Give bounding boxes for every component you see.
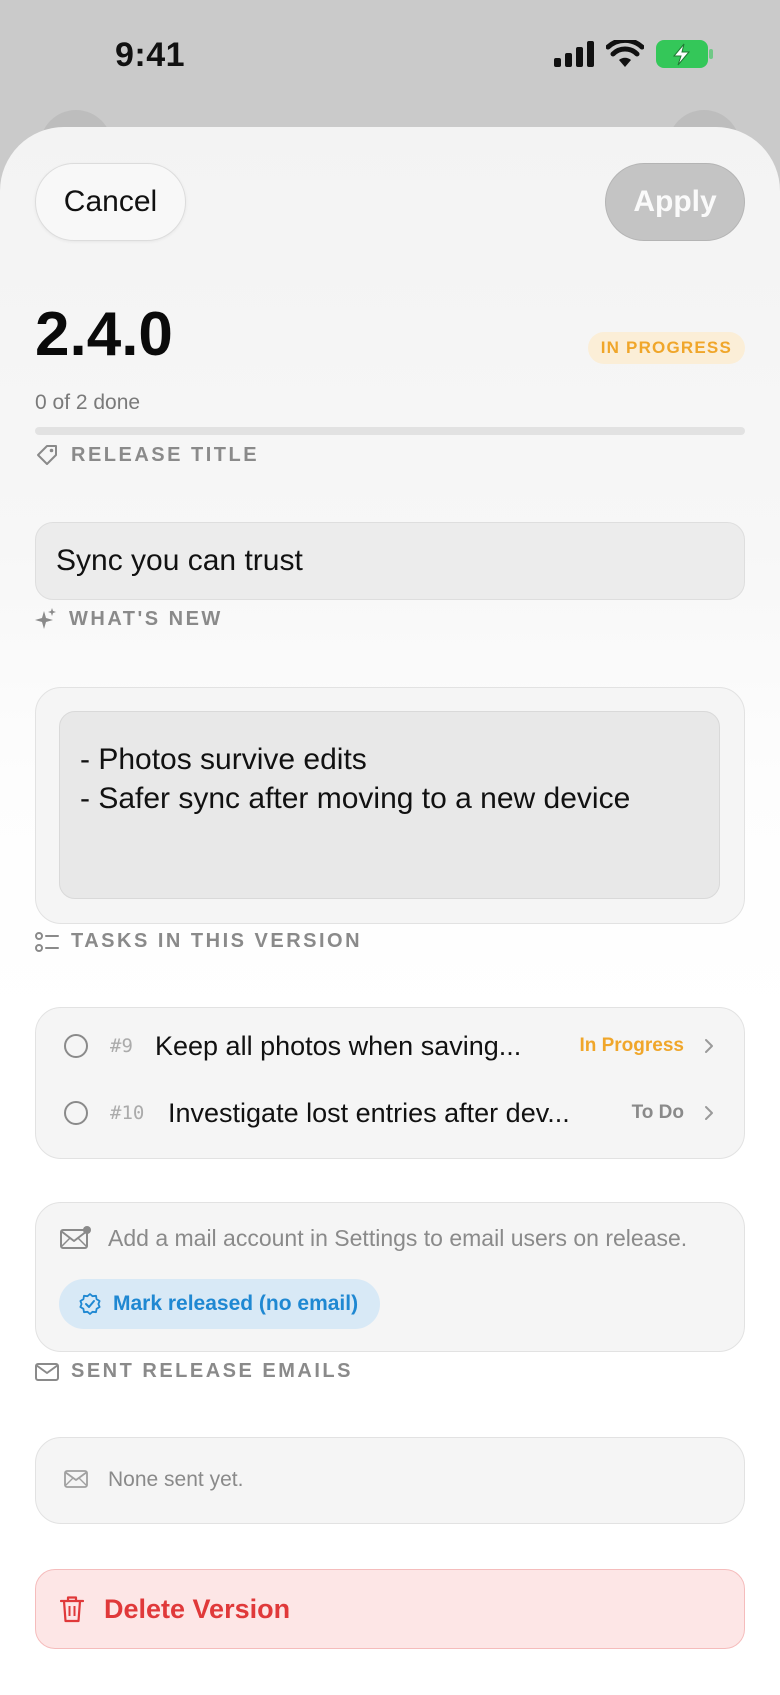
no-sent-emails-text: None sent yet. bbox=[108, 1468, 244, 1491]
mark-released-button[interactable]: Mark released (no email) bbox=[59, 1279, 381, 1329]
checkmark-seal-icon bbox=[79, 1293, 101, 1315]
chevron-right-icon bbox=[705, 1039, 713, 1053]
battery-charging-icon bbox=[656, 40, 713, 68]
task-checkbox[interactable] bbox=[64, 1101, 88, 1125]
envelope-icon bbox=[35, 1362, 59, 1381]
task-number: #9 bbox=[110, 1035, 133, 1057]
cancel-button[interactable]: Cancel bbox=[35, 163, 186, 241]
tag-icon bbox=[37, 445, 57, 465]
progress-text: 0 of 2 done bbox=[35, 391, 141, 414]
sent-emails-section-label: SENT RELEASE EMAILS bbox=[35, 1360, 353, 1383]
whats-new-card: - Photos survive edits - Safer sync afte… bbox=[35, 687, 745, 924]
mark-released-label: Mark released (no email) bbox=[113, 1292, 359, 1315]
section-label-text: RELEASE TITLE bbox=[71, 443, 260, 466]
status-time: 9:41 bbox=[115, 36, 186, 74]
task-status: To Do bbox=[631, 1102, 684, 1123]
envelope-icon bbox=[64, 1470, 88, 1488]
task-status: In Progress bbox=[579, 1035, 684, 1056]
envelope-badge-icon bbox=[60, 1226, 91, 1249]
task-checkbox[interactable] bbox=[64, 1034, 88, 1058]
tasks-section-label: TASKS IN THIS VERSION bbox=[35, 930, 362, 953]
status-badge: IN PROGRESS bbox=[587, 332, 745, 364]
wifi-icon bbox=[606, 40, 644, 67]
status-icons bbox=[554, 40, 714, 68]
status-bar: 9:41 bbox=[0, 0, 780, 115]
release-title-input[interactable]: Sync you can trust bbox=[35, 522, 745, 600]
section-label-text: WHAT'S NEW bbox=[69, 607, 223, 630]
chevron-right-icon bbox=[705, 1106, 713, 1120]
section-label-text: SENT RELEASE EMAILS bbox=[71, 1360, 353, 1382]
task-row[interactable]: #10 Investigate lost entries after dev..… bbox=[36, 1083, 742, 1143]
task-title: Investigate lost entries after dev... bbox=[168, 1097, 570, 1128]
task-row[interactable]: #9 Keep all photos when saving... In Pro… bbox=[36, 1016, 742, 1076]
whats-new-line: - Photos survive edits bbox=[80, 743, 367, 776]
whats-new-textarea[interactable]: - Photos survive edits - Safer sync afte… bbox=[59, 711, 720, 899]
trash-icon bbox=[60, 1596, 84, 1623]
screen: 9:41 Cancel Apply 2.4.0 IN PROGRESS 0 of… bbox=[0, 0, 780, 1695]
whats-new-line: - Safer sync after moving to a new devic… bbox=[80, 782, 631, 815]
progress-bar bbox=[35, 427, 745, 435]
release-title-section-label: RELEASE TITLE bbox=[35, 443, 259, 467]
task-title: Keep all photos when saving... bbox=[155, 1030, 522, 1061]
apply-button[interactable]: Apply bbox=[605, 163, 745, 241]
edit-version-sheet: Cancel Apply 2.4.0 IN PROGRESS 0 of 2 do… bbox=[0, 127, 780, 1695]
delete-version-button[interactable]: Delete Version bbox=[35, 1569, 745, 1649]
section-label-text: TASKS IN THIS VERSION bbox=[71, 930, 363, 952]
sent-emails-card: None sent yet. bbox=[35, 1437, 745, 1524]
task-number: #10 bbox=[110, 1102, 145, 1124]
tasks-card: #9 Keep all photos when saving... In Pro… bbox=[35, 1007, 745, 1159]
checklist-icon bbox=[35, 931, 59, 952]
whats-new-section-label: WHAT'S NEW bbox=[35, 607, 223, 631]
sparkles-icon bbox=[35, 608, 56, 629]
delete-version-label: Delete Version bbox=[104, 1593, 291, 1624]
mail-account-note: Add a mail account in Settings to email … bbox=[108, 1225, 688, 1251]
version-number: 2.4.0 bbox=[35, 300, 173, 369]
mail-card: Add a mail account in Settings to email … bbox=[35, 1202, 745, 1352]
cellular-signal-icon bbox=[554, 41, 594, 67]
